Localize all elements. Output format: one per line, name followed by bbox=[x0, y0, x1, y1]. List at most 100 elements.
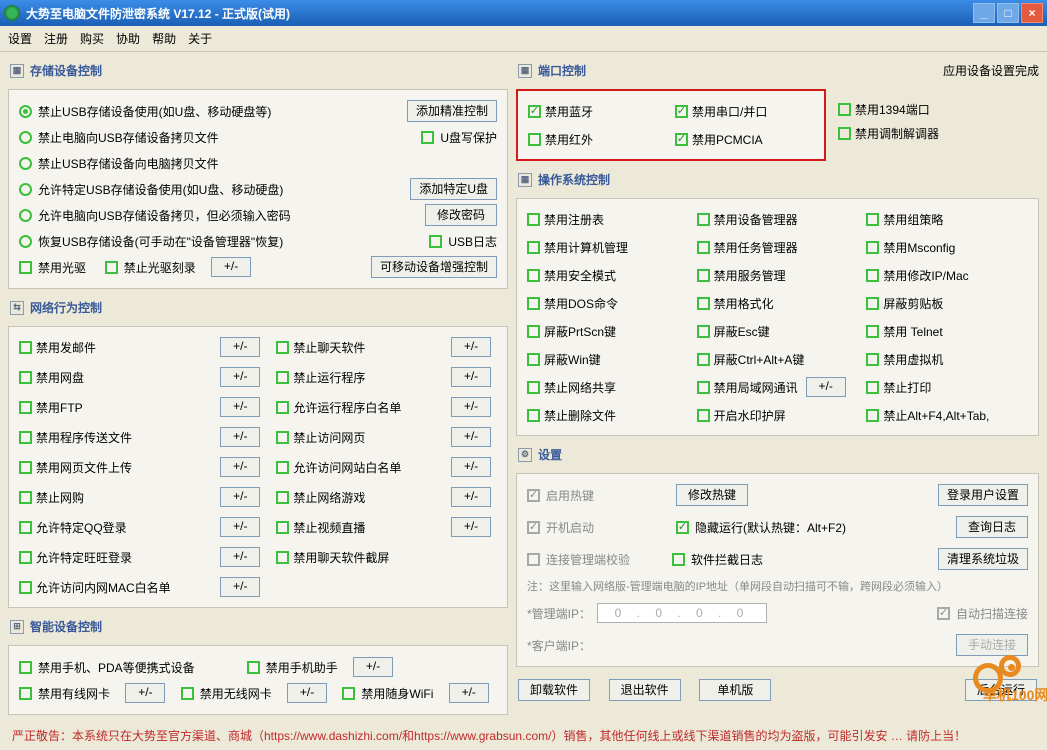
cb-os[interactable] bbox=[527, 297, 540, 310]
cb-os[interactable] bbox=[866, 213, 879, 226]
pm-lan[interactable]: +/- bbox=[806, 377, 846, 397]
pm-wired[interactable]: +/- bbox=[125, 683, 165, 703]
btn-manual-connect[interactable]: 手动连接 bbox=[956, 634, 1028, 656]
cb-phone-helper[interactable] bbox=[247, 661, 260, 674]
cb-os[interactable] bbox=[697, 353, 710, 366]
cb-os[interactable] bbox=[866, 325, 879, 338]
cb-os[interactable] bbox=[697, 325, 710, 338]
cb-os[interactable] bbox=[527, 269, 540, 282]
pm-net[interactable]: +/- bbox=[220, 487, 260, 507]
pm-net[interactable]: +/- bbox=[220, 337, 260, 357]
cb-net[interactable] bbox=[19, 431, 32, 444]
btn-add-udisk[interactable]: 添加特定U盘 bbox=[410, 178, 497, 200]
pm-wireless[interactable]: +/- bbox=[287, 683, 327, 703]
pm-wifi[interactable]: +/- bbox=[449, 683, 489, 703]
cb-net[interactable] bbox=[276, 461, 289, 474]
cb-burn[interactable] bbox=[105, 261, 118, 274]
radio-usb-ban[interactable] bbox=[19, 105, 32, 118]
cb-serial-parallel[interactable] bbox=[675, 105, 688, 118]
menu-buy[interactable]: 购买 bbox=[80, 30, 104, 47]
pm-net[interactable]: +/- bbox=[220, 547, 260, 567]
cb-os[interactable] bbox=[697, 297, 710, 310]
cb-1394[interactable] bbox=[838, 103, 851, 116]
cb-net[interactable] bbox=[276, 551, 289, 564]
cb-net[interactable] bbox=[19, 581, 32, 594]
cb-os[interactable] bbox=[697, 269, 710, 282]
cb-os[interactable] bbox=[697, 213, 710, 226]
cb-os[interactable] bbox=[697, 381, 710, 394]
cb-phone-pda[interactable] bbox=[19, 661, 32, 674]
cb-net[interactable] bbox=[19, 401, 32, 414]
radio-pc-to-usb[interactable] bbox=[19, 131, 32, 144]
btn-login-settings[interactable]: 登录用户设置 bbox=[938, 484, 1028, 506]
cb-autostart[interactable] bbox=[527, 521, 540, 534]
cb-conn-mgmt[interactable] bbox=[527, 553, 540, 566]
cb-hidden-run[interactable] bbox=[676, 521, 689, 534]
btn-change-pwd[interactable]: 修改密码 bbox=[425, 204, 497, 226]
cb-soft-block-log[interactable] bbox=[672, 553, 685, 566]
pm-net[interactable]: +/- bbox=[451, 517, 491, 537]
pm-phone-helper[interactable]: +/- bbox=[353, 657, 393, 677]
cb-wifi-dongle[interactable] bbox=[342, 687, 355, 700]
cb-net[interactable] bbox=[19, 521, 32, 534]
minimize-button[interactable]: _ bbox=[973, 3, 995, 23]
cb-net[interactable] bbox=[19, 461, 32, 474]
cb-os[interactable] bbox=[866, 269, 879, 282]
cb-os[interactable] bbox=[527, 241, 540, 254]
cb-net[interactable] bbox=[19, 551, 32, 564]
pm-net[interactable]: +/- bbox=[451, 457, 491, 477]
cb-net[interactable] bbox=[276, 431, 289, 444]
cb-os[interactable] bbox=[697, 409, 710, 422]
cb-os[interactable] bbox=[527, 409, 540, 422]
cb-pcmcia[interactable] bbox=[675, 133, 688, 146]
radio-restore[interactable] bbox=[19, 235, 32, 248]
pm-net[interactable]: +/- bbox=[220, 397, 260, 417]
pm-net[interactable]: +/- bbox=[451, 397, 491, 417]
menu-register[interactable]: 注册 bbox=[44, 30, 68, 47]
cb-os[interactable] bbox=[866, 241, 879, 254]
menu-about[interactable]: 关于 bbox=[188, 30, 212, 47]
pm-net[interactable]: +/- bbox=[220, 367, 260, 387]
pm-net[interactable]: +/- bbox=[451, 337, 491, 357]
cb-wired[interactable] bbox=[19, 687, 32, 700]
cb-udisk-protect[interactable] bbox=[421, 131, 434, 144]
cb-wireless[interactable] bbox=[181, 687, 194, 700]
cb-usblog[interactable] bbox=[429, 235, 442, 248]
cb-os[interactable] bbox=[866, 297, 879, 310]
cb-os[interactable] bbox=[527, 325, 540, 338]
cb-net[interactable] bbox=[276, 371, 289, 384]
btn-removable-enhance[interactable]: 可移动设备增强控制 bbox=[371, 256, 497, 278]
cb-os[interactable] bbox=[527, 381, 540, 394]
cb-bluetooth[interactable] bbox=[528, 105, 541, 118]
cb-enable-hotkey[interactable] bbox=[527, 489, 540, 502]
maximize-button[interactable]: □ bbox=[997, 3, 1019, 23]
btn-clean[interactable]: 清理系统垃圾 bbox=[938, 548, 1028, 570]
pm-net[interactable]: +/- bbox=[220, 577, 260, 597]
cb-auto-scan[interactable] bbox=[937, 607, 950, 620]
pm-burn[interactable]: +/- bbox=[211, 257, 251, 277]
cb-net[interactable] bbox=[19, 341, 32, 354]
btn-query-log[interactable]: 查询日志 bbox=[956, 516, 1028, 538]
cb-infrared[interactable] bbox=[528, 133, 541, 146]
pm-net[interactable]: +/- bbox=[451, 427, 491, 447]
btn-precise[interactable]: 添加精准控制 bbox=[407, 100, 497, 122]
cb-net[interactable] bbox=[19, 371, 32, 384]
cb-net[interactable] bbox=[276, 401, 289, 414]
radio-allow-specific[interactable] bbox=[19, 183, 32, 196]
btn-modify-hotkey[interactable]: 修改热键 bbox=[676, 484, 748, 506]
cb-os[interactable] bbox=[866, 381, 879, 394]
btn-uninstall[interactable]: 卸载软件 bbox=[518, 679, 590, 701]
btn-single[interactable]: 单机版 bbox=[699, 679, 771, 701]
btn-exit[interactable]: 退出软件 bbox=[609, 679, 681, 701]
pm-net[interactable]: +/- bbox=[220, 457, 260, 477]
cb-net[interactable] bbox=[276, 521, 289, 534]
cb-net[interactable] bbox=[19, 491, 32, 504]
mgmt-ip-input[interactable]: 0 . 0 . 0 . 0 bbox=[597, 603, 767, 623]
cb-os[interactable] bbox=[866, 409, 879, 422]
pm-net[interactable]: +/- bbox=[451, 367, 491, 387]
cb-os[interactable] bbox=[527, 353, 540, 366]
cb-os[interactable] bbox=[697, 241, 710, 254]
menu-help[interactable]: 帮助 bbox=[152, 30, 176, 47]
menu-help-assist[interactable]: 协助 bbox=[116, 30, 140, 47]
pm-net[interactable]: +/- bbox=[220, 517, 260, 537]
